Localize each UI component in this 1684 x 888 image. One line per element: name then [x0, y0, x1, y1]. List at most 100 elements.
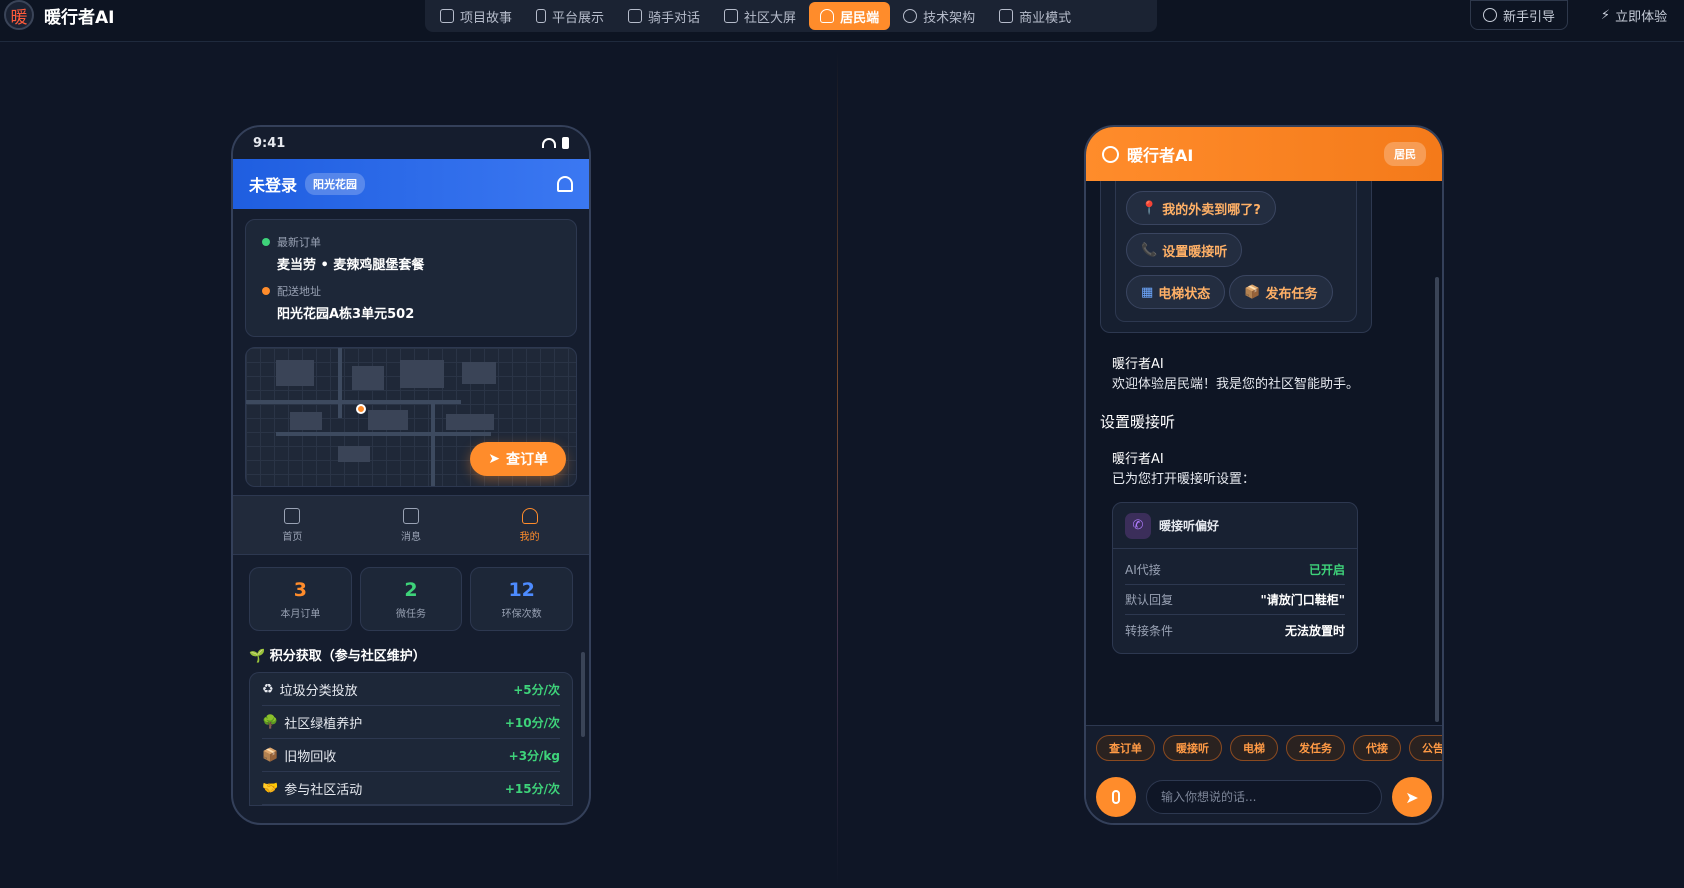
quick-proxy-answer[interactable]: 代接: [1353, 734, 1401, 761]
send-button[interactable]: ➤: [1392, 777, 1432, 817]
top-bar: 暖 暖行者AI 项目故事 平台展示 骑手对话 社区大屏 居民端 技术架构 商业模…: [0, 0, 1684, 42]
help-icon: [1482, 8, 1497, 22]
order-card[interactable]: 最新订单 麦当劳 • 麦辣鸡腿堡套餐 配送地址 阳光花园A栋3单元502: [245, 219, 577, 337]
stat-monthly-orders[interactable]: 3 本月订单: [249, 567, 352, 631]
phone-icon: [536, 9, 547, 23]
user-icon: [820, 9, 835, 23]
suggestion-publish-task[interactable]: 📦 发布任务: [1229, 275, 1333, 309]
bell-icon[interactable]: [557, 176, 573, 192]
send-icon: ➤: [1405, 787, 1419, 807]
scrollbar[interactable]: [581, 652, 585, 737]
quick-answer[interactable]: 暖接听: [1163, 734, 1222, 761]
tree-icon: 🌳: [262, 714, 279, 730]
quick-check-order[interactable]: 查订单: [1096, 734, 1155, 761]
elevator-icon: ▦: [1141, 284, 1154, 300]
card-row-ai-answer: AI代接 已开启: [1125, 555, 1345, 585]
stats-row: 3 本月订单 2 微任务 12 环保次数: [233, 555, 589, 631]
app-header: 未登录 阳光花园: [233, 159, 589, 209]
recycle-icon: ♻: [262, 681, 274, 697]
chat-input[interactable]: [1146, 780, 1382, 814]
latest-order: 麦当劳 • 麦辣鸡腿堡套餐: [277, 258, 425, 273]
send-arrow-icon: ➤: [488, 451, 500, 467]
orange-dot-icon: [262, 287, 270, 295]
delivery-address: 阳光花园A栋3单元502: [277, 307, 415, 322]
ai-welcome-message: 暖行者AI 欢迎体验居民端！我是您的社区智能助手。: [1112, 357, 1360, 392]
quick-actions: 查订单 暖接听 电梯 发任务 代接 公告: [1086, 725, 1442, 769]
suggestion-bubble: 📍 我的外卖到哪了? 📞 设置暖接听 ▦ 电梯状态 📦 发布任务: [1100, 181, 1372, 333]
message-icon: [403, 507, 419, 524]
list-item[interactable]: ♻ 垃圾分类投放 +5分/次: [262, 673, 560, 706]
mic-icon: [1112, 790, 1120, 804]
tab-bar: 首页 消息 我的: [233, 495, 589, 555]
quick-announcement[interactable]: 公告: [1409, 734, 1442, 761]
list-item[interactable]: 🤝 参与社区活动 +15分/次: [262, 772, 560, 805]
answer-preferences-card[interactable]: ✆ 暖接听偏好 AI代接 已开启 默认回复 "请放门口鞋柜" 转接条件 无法放置时: [1112, 502, 1358, 654]
phone-call-icon: 📞: [1141, 242, 1158, 258]
main-nav: 项目故事 平台展示 骑手对话 社区大屏 居民端 技术架构 商业模式: [425, 0, 1157, 32]
stat-eco-count[interactable]: 12 环保次数: [470, 567, 574, 631]
chat-title: 暖行者AI: [1127, 146, 1194, 165]
nav-item-platform[interactable]: 平台展示: [525, 2, 615, 30]
brand-name: 暖行者AI: [44, 7, 115, 28]
phone-call-icon: ✆: [1125, 512, 1151, 539]
try-now-button[interactable]: ⚡ 立即体验: [1588, 0, 1680, 30]
home-icon: [284, 507, 301, 524]
card-row-transfer-condition: 转接条件 无法放置时: [1125, 623, 1345, 638]
briefcase-icon: [999, 9, 1014, 23]
profile-icon: [521, 507, 538, 524]
package-icon: 📦: [1244, 284, 1261, 300]
nav-item-business[interactable]: 商业模式: [988, 2, 1082, 30]
quick-publish-task[interactable]: 发任务: [1286, 734, 1345, 761]
chat-icon: [628, 9, 643, 23]
chat-messages[interactable]: 📍 我的外卖到哪了? 📞 设置暖接听 ▦ 电梯状态 📦 发布任务 暖行者AI 欢迎体验居民…: [1086, 181, 1442, 725]
community-badge: 阳光花园: [305, 173, 366, 195]
nav-item-resident[interactable]: 居民端: [809, 2, 891, 30]
brand[interactable]: 暖 暖行者AI: [4, 0, 114, 30]
resident-phone-preview: 9:41 未登录 阳光花园 最新订单 麦当劳 • 麦辣鸡腿堡套餐 配送地址 阳光…: [231, 125, 591, 825]
ai-reply-message: 暖行者AI 已为您打开暖接听设置：: [1112, 452, 1256, 487]
location-pin-icon: [356, 404, 366, 414]
check-order-button[interactable]: ➤ 查订单: [470, 442, 566, 476]
ai-chat-phone-preview: 暖行者AI 居民 📍 我的外卖到哪了? 📞 设置暖接听 ▦ 电梯状态 📦 发布任务 暖行者…: [1084, 125, 1444, 825]
tab-mine[interactable]: 我的: [470, 496, 589, 554]
nav-item-tech[interactable]: 技术架构: [892, 2, 986, 30]
quick-elevator[interactable]: 电梯: [1230, 734, 1278, 761]
suggestion-elevator[interactable]: ▦ 电梯状态: [1126, 275, 1226, 309]
chat-input-bar: ➤: [1086, 769, 1442, 823]
green-dot-icon: [262, 238, 270, 246]
status-bar: 9:41: [233, 127, 589, 159]
nav-item-community-screen[interactable]: 社区大屏: [713, 2, 807, 30]
nav-item-project-story[interactable]: 项目故事: [429, 2, 523, 30]
tab-home[interactable]: 首页: [233, 496, 352, 554]
user-message: 设置暖接听: [1100, 413, 1176, 431]
role-badge: 居民: [1384, 142, 1426, 166]
brand-logo: 暖: [4, 0, 34, 30]
suggestion-where-is-delivery[interactable]: 📍 我的外卖到哪了?: [1126, 191, 1276, 225]
tab-messages[interactable]: 消息: [352, 496, 471, 554]
wifi-icon: [542, 138, 556, 148]
gear-icon: [903, 9, 918, 23]
points-section-title: 🌱 积分获取（参与社区维护）: [249, 649, 426, 664]
clock-icon: [1102, 145, 1119, 163]
scrollbar[interactable]: [1435, 277, 1439, 722]
list-item[interactable]: 🌳 社区绿植养护 +10分/次: [262, 706, 560, 739]
pin-icon: 📍: [1141, 200, 1158, 216]
stat-micro-tasks[interactable]: 2 微任务: [359, 567, 463, 631]
lightning-icon: ⚡: [1600, 7, 1611, 23]
map-view[interactable]: ➤ 查订单: [245, 347, 577, 487]
list-item[interactable]: 📦 旧物回收 +3分/kg: [262, 739, 560, 772]
battery-icon: [562, 137, 569, 149]
guide-button[interactable]: 新手引导: [1470, 0, 1568, 30]
mic-button[interactable]: [1096, 777, 1136, 817]
grid-icon: [724, 9, 739, 23]
points-list: ♻ 垃圾分类投放 +5分/次 🌳 社区绿植养护 +10分/次 📦 旧物回收 +3分/kg 🤝…: [249, 672, 573, 806]
book-icon: [440, 9, 454, 23]
card-row-default-reply: 默认回复 "请放门口鞋柜": [1125, 585, 1345, 615]
box-icon: 📦: [262, 747, 279, 763]
status-time: 9:41: [253, 135, 286, 151]
nav-item-rider-chat[interactable]: 骑手对话: [617, 2, 711, 30]
login-status[interactable]: 未登录: [249, 172, 297, 196]
suggestion-set-answer[interactable]: 📞 设置暖接听: [1126, 233, 1243, 267]
chat-header: 暖行者AI 居民: [1086, 127, 1442, 181]
handshake-icon: 🤝: [262, 780, 279, 796]
